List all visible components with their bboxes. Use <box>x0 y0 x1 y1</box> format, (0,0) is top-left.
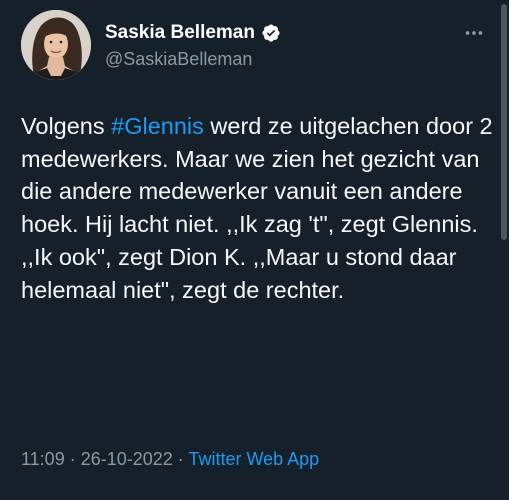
author-name-row: Saskia Belleman <box>105 22 281 45</box>
tweet-meta: 11:09 · 26-10-2022 · Twitter Web App <box>21 449 319 470</box>
meta-separator: · <box>172 449 189 469</box>
tweet-date[interactable]: 26-10-2022 <box>81 449 173 469</box>
meta-separator: · <box>64 449 81 469</box>
avatar-image <box>21 10 91 80</box>
scrollbar[interactable] <box>501 4 507 240</box>
author-handle[interactable]: @SaskiaBelleman <box>105 49 281 71</box>
more-options-icon[interactable] <box>461 20 487 46</box>
avatar[interactable] <box>21 10 91 80</box>
tweet-text: Volgens #Glennis werd ze uitgelachen doo… <box>21 110 493 306</box>
tweet-source[interactable]: Twitter Web App <box>188 449 319 469</box>
author-display-name[interactable]: Saskia Belleman <box>105 22 255 45</box>
tweet-text-before: Volgens <box>21 113 112 139</box>
tweet-text-after: werd ze uitgelachen door 2 medewerkers. … <box>21 113 493 303</box>
tweet-card: Saskia Belleman @SaskiaBelleman Volgens … <box>0 0 509 500</box>
tweet-time[interactable]: 11:09 <box>21 449 65 469</box>
verified-badge-icon <box>261 23 281 43</box>
author-block: Saskia Belleman @SaskiaBelleman <box>105 22 281 70</box>
hashtag-link[interactable]: #Glennis <box>111 113 204 139</box>
